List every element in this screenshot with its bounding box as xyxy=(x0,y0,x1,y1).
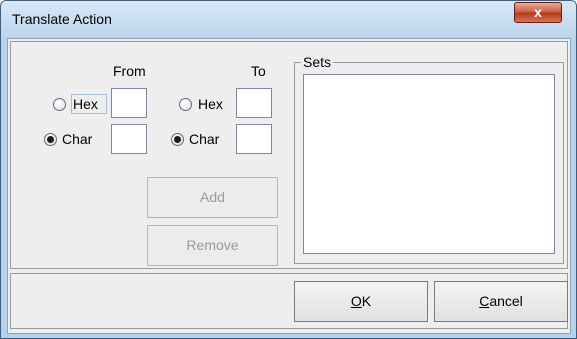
to-hex-radio[interactable] xyxy=(179,98,192,111)
translation-panel: From To Hex Char Hex Char Add Remove Set… xyxy=(10,41,568,269)
cancel-label-rest: ancel xyxy=(489,293,523,309)
from-header: From xyxy=(113,63,146,79)
add-button[interactable]: Add xyxy=(147,177,278,218)
cancel-button-label: Cancel xyxy=(479,282,523,321)
from-hex-radio[interactable] xyxy=(53,98,66,111)
to-char-label[interactable]: Char xyxy=(189,131,219,147)
to-char-field[interactable] xyxy=(236,124,272,154)
dialog-content: From To Hex Char Hex Char Add Remove Set… xyxy=(7,38,571,334)
cancel-mnemonic: C xyxy=(479,293,490,309)
ok-mnemonic: O xyxy=(350,293,362,309)
title-bar[interactable]: Translate Action x xyxy=(1,1,576,37)
translate-action-dialog: Translate Action x From To Hex Char Hex … xyxy=(0,0,577,339)
from-hex-label[interactable]: Hex xyxy=(73,96,98,112)
from-char-label[interactable]: Char xyxy=(62,131,92,147)
from-char-radio[interactable] xyxy=(44,133,57,146)
sets-list[interactable] xyxy=(303,74,555,254)
to-char-radio[interactable] xyxy=(171,133,184,146)
button-bar: OK Cancel xyxy=(10,273,568,329)
from-char-field[interactable] xyxy=(111,124,147,154)
sets-title: Sets xyxy=(301,54,334,70)
add-button-label: Add xyxy=(200,189,225,205)
ok-button-label: OK xyxy=(351,282,371,321)
remove-button-label: Remove xyxy=(186,237,239,253)
close-button[interactable]: x xyxy=(514,2,562,23)
remove-button[interactable]: Remove xyxy=(147,225,278,266)
cancel-button[interactable]: Cancel xyxy=(434,281,568,322)
close-icon: x xyxy=(534,4,542,20)
ok-button[interactable]: OK xyxy=(294,281,428,322)
to-hex-field[interactable] xyxy=(236,88,272,118)
window-title: Translate Action xyxy=(12,11,112,27)
from-hex-field[interactable] xyxy=(111,88,147,118)
to-header: To xyxy=(251,63,266,79)
to-hex-label[interactable]: Hex xyxy=(198,96,223,112)
ok-label-rest: K xyxy=(361,293,372,309)
